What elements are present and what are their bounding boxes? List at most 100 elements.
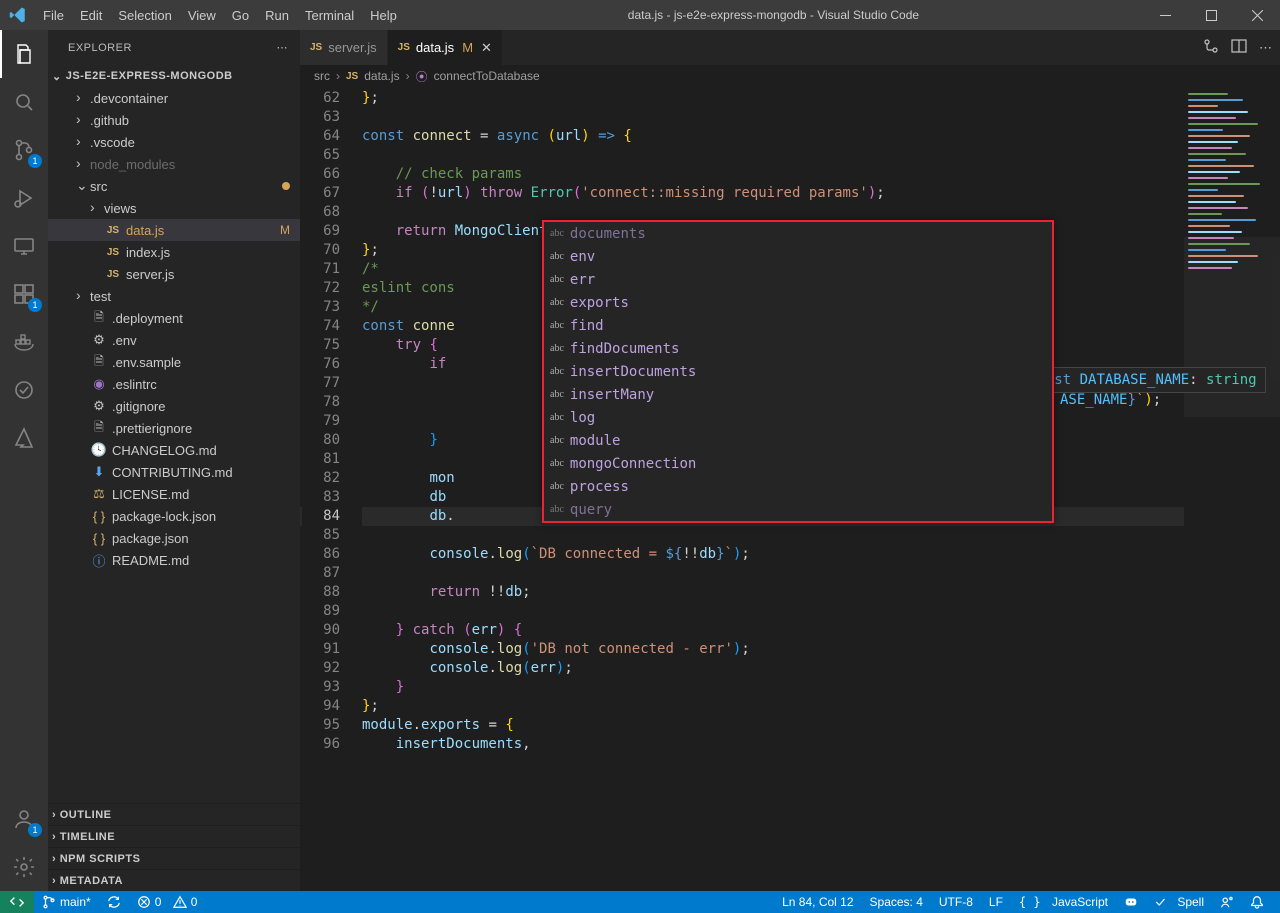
breadcrumb[interactable]: src › JS data.js › ⦿ connectToDatabase <box>300 65 1280 87</box>
tree-file[interactable]: ⚙.env <box>48 329 300 351</box>
tree-file[interactable]: ⚖LICENSE.md <box>48 483 300 505</box>
activity-debug[interactable] <box>0 174 48 222</box>
activity-testing[interactable] <box>0 366 48 414</box>
tree-file[interactable]: { }package.json <box>48 527 300 549</box>
live-share-button[interactable] <box>1212 891 1242 913</box>
split-icon[interactable] <box>1231 38 1247 57</box>
tree-file[interactable]: 🗎.deployment <box>48 307 300 329</box>
tree-folder[interactable]: src <box>48 175 300 197</box>
suggest-item[interactable]: abcprocess <box>544 475 1052 498</box>
tab-close-icon[interactable]: ✕ <box>481 40 492 56</box>
outline-panel[interactable]: › OUTLINE <box>48 803 300 825</box>
tree-file[interactable]: 🗎.prettierignore <box>48 417 300 439</box>
tree-folder[interactable]: node_modules <box>48 153 300 175</box>
vscode-logo <box>0 6 35 24</box>
breadcrumb-folder[interactable]: src <box>314 69 330 83</box>
tree-file[interactable]: 🗎.env.sample <box>48 351 300 373</box>
activity-explorer[interactable] <box>0 30 48 78</box>
metadata-panel[interactable]: › METADATA <box>48 869 300 891</box>
timeline-panel[interactable]: › TIMELINE <box>48 825 300 847</box>
menu-edit[interactable]: Edit <box>72 0 110 30</box>
indent-button[interactable]: Spaces: 4 <box>862 891 931 913</box>
eol-button[interactable]: LF <box>981 891 1011 913</box>
activity-search[interactable] <box>0 78 48 126</box>
tree-file[interactable]: JSindex.js <box>48 241 300 263</box>
activity-account[interactable]: 1 <box>0 795 48 843</box>
menu-file[interactable]: File <box>35 0 72 30</box>
cursor-position[interactable]: Ln 84, Col 12 <box>774 891 861 913</box>
tree-folder[interactable]: .vscode <box>48 131 300 153</box>
breadcrumb-symbol[interactable]: connectToDatabase <box>434 69 540 83</box>
suggest-item[interactable]: abcexports <box>544 291 1052 314</box>
menu-view[interactable]: View <box>180 0 224 30</box>
menu-terminal[interactable]: Terminal <box>297 0 362 30</box>
close-button[interactable] <box>1234 0 1280 30</box>
suggest-item[interactable]: abcinsertDocuments <box>544 360 1052 383</box>
tree-file[interactable]: ⚙.gitignore <box>48 395 300 417</box>
suggest-item[interactable]: abcenv <box>544 245 1052 268</box>
tree-folder[interactable]: .devcontainer <box>48 87 300 109</box>
editor[interactable]: 6263646566676869707172737475767778798081… <box>300 87 1280 891</box>
activity-extensions[interactable]: 1 <box>0 270 48 318</box>
tree-label: .devcontainer <box>90 91 300 106</box>
language-button[interactable]: { } JavaScript <box>1011 891 1116 913</box>
chevron-icon <box>76 288 90 304</box>
suggest-item[interactable]: abcfindDocuments <box>544 337 1052 360</box>
compare-icon[interactable] <box>1203 38 1219 57</box>
menu-go[interactable]: Go <box>224 0 257 30</box>
suggest-item[interactable]: abcerr <box>544 268 1052 291</box>
suggest-item[interactable]: abclog <box>544 406 1052 429</box>
remote-button[interactable] <box>0 891 34 913</box>
suggest-kind-icon: abc <box>550 435 564 446</box>
tree-file[interactable]: { }package-lock.json <box>48 505 300 527</box>
suggest-item[interactable]: abcdocuments <box>544 222 1052 245</box>
suggest-item[interactable]: abcinsertMany <box>544 383 1052 406</box>
tab-data-js[interactable]: JS data.js M ✕ <box>388 30 503 65</box>
branch-button[interactable]: main* <box>34 891 99 913</box>
activity-docker[interactable] <box>0 318 48 366</box>
activity-azure[interactable] <box>0 414 48 462</box>
activity-remote[interactable] <box>0 222 48 270</box>
problems-button[interactable]: 0 0 <box>129 891 206 913</box>
menu-run[interactable]: Run <box>257 0 297 30</box>
folder-header[interactable]: ⌄ JS-E2E-EXPRESS-MONGODB <box>48 65 300 87</box>
tree-file[interactable]: ⬇CONTRIBUTING.md <box>48 461 300 483</box>
tree-file[interactable]: JSserver.js <box>48 263 300 285</box>
menu-help[interactable]: Help <box>362 0 405 30</box>
file-icon: JS <box>104 225 122 236</box>
maximize-button[interactable] <box>1188 0 1234 30</box>
folder-name: JS-E2E-EXPRESS-MONGODB <box>66 70 233 82</box>
explorer-more-icon[interactable]: ⋯ <box>277 41 289 54</box>
tree-label: node_modules <box>90 157 300 172</box>
tree-folder[interactable]: .github <box>48 109 300 131</box>
npm-scripts-panel[interactable]: › NPM SCRIPTS <box>48 847 300 869</box>
minimize-button[interactable] <box>1142 0 1188 30</box>
suggest-widget[interactable]: abcdocumentsabcenvabcerrabcexportsabcfin… <box>542 220 1054 523</box>
tree-file[interactable]: ◉.eslintrc <box>48 373 300 395</box>
tree-folder[interactable]: views <box>48 197 300 219</box>
spell-button[interactable]: Spell <box>1146 891 1212 913</box>
encoding-button[interactable]: UTF-8 <box>931 891 981 913</box>
menu-selection[interactable]: Selection <box>110 0 179 30</box>
tab-server-js[interactable]: JS server.js <box>300 30 388 65</box>
notifications-button[interactable] <box>1242 891 1272 913</box>
suggest-item[interactable]: abcquery <box>544 498 1052 521</box>
suggest-item[interactable]: abcmodule <box>544 429 1052 452</box>
activity-scm[interactable]: 1 <box>0 126 48 174</box>
tree-file[interactable]: 🕓CHANGELOG.md <box>48 439 300 461</box>
tree-file[interactable]: JSdata.jsM <box>48 219 300 241</box>
tree-folder[interactable]: test <box>48 285 300 307</box>
chevron-icon <box>76 156 90 172</box>
more-icon[interactable]: ⋯ <box>1259 40 1272 56</box>
sync-button[interactable] <box>99 891 129 913</box>
tree-file[interactable]: ⓘREADME.md <box>48 549 300 571</box>
copilot-button[interactable] <box>1116 891 1146 913</box>
activity-settings[interactable] <box>0 843 48 891</box>
suggest-item[interactable]: abcmongoConnection <box>544 452 1052 475</box>
code-content[interactable]: }; const connect = async (url) => { // c… <box>362 87 1184 891</box>
suggest-item[interactable]: abcfind <box>544 314 1052 337</box>
suggest-label: findDocuments <box>570 341 680 357</box>
explorer-title: EXPLORER <box>68 42 132 54</box>
breadcrumb-file[interactable]: data.js <box>364 69 399 83</box>
minimap[interactable] <box>1184 87 1280 891</box>
